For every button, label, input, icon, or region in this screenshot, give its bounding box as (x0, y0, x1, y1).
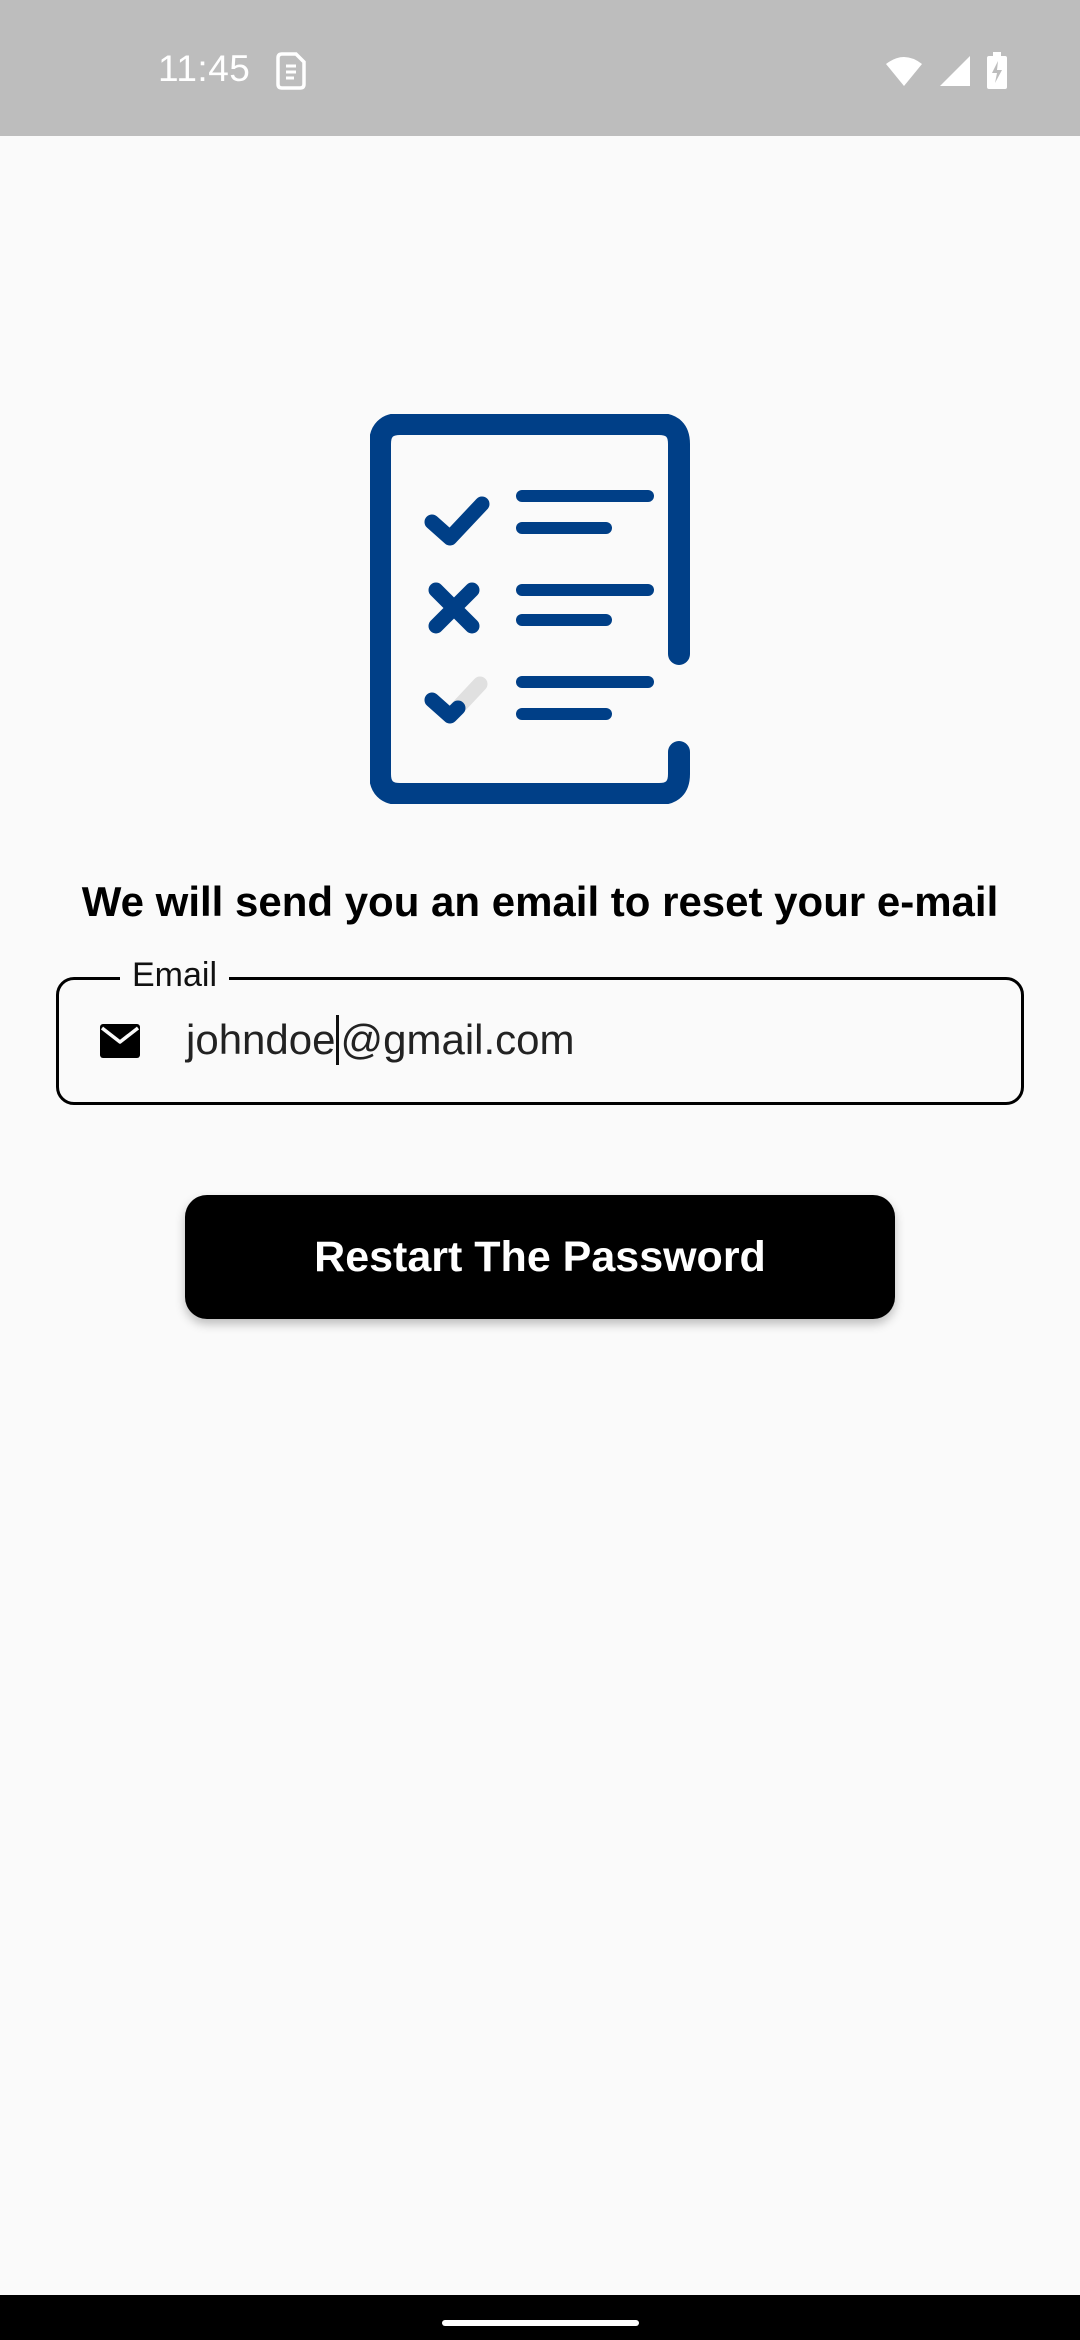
wifi-icon (886, 57, 922, 86)
navigation-bar (0, 2295, 1080, 2340)
sim-card-icon (276, 52, 306, 90)
headline: We will send you an email to reset your … (81, 878, 999, 925)
status-icons (884, 52, 1008, 90)
battery-charging-icon (987, 52, 1007, 89)
restart-password-button-label: Restart The Password (314, 1232, 766, 1281)
mail-icon (100, 1024, 140, 1058)
cellular-signal-icon (940, 56, 970, 86)
status-time: 11:45 (158, 48, 251, 89)
email-value-before-cursor: johndoe (186, 1016, 336, 1063)
email-field-label: Email (120, 952, 230, 998)
restart-password-button[interactable]: Restart The Password (185, 1195, 895, 1319)
status-bar: 11:45 (0, 0, 1080, 136)
checklist-document-icon (370, 414, 690, 804)
home-gesture-handle[interactable] (442, 2320, 639, 2326)
email-value-after-cursor: @gmail.com (340, 1016, 575, 1063)
email-input[interactable]: johndoe @gmail.com (186, 1010, 575, 1070)
